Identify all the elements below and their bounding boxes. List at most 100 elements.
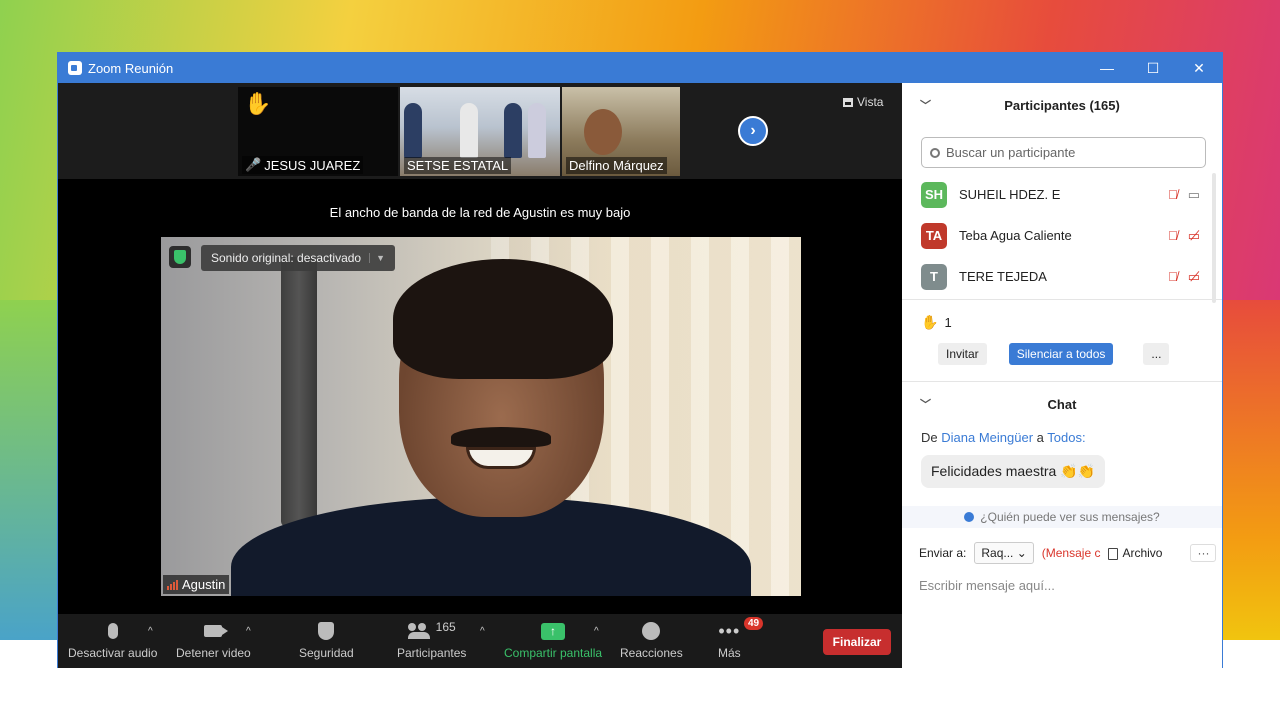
speaker-mustache: [451, 427, 551, 447]
recipient-select[interactable]: Raq... ⌄: [974, 542, 1034, 564]
close-button[interactable]: ✕: [1176, 53, 1222, 83]
camera-off-icon: ▭̸: [1187, 268, 1200, 284]
muted-mic-icon: 🎙̸: [1167, 227, 1178, 243]
end-meeting-button[interactable]: Finalizar: [823, 629, 891, 655]
background-left-gradient: [0, 300, 60, 640]
shield-icon: [318, 622, 335, 640]
person-figure: [528, 103, 546, 158]
zoom-window: Zoom Reunión — ☐ ✕ ✋ 🎤 JESUS JUAREZ SETS…: [57, 52, 1223, 668]
chat-more-button[interactable]: ···: [1190, 544, 1217, 562]
chat-panel-header: ﹀ Chat: [920, 396, 1077, 412]
chevron-down-icon[interactable]: ﹀: [920, 97, 931, 113]
more-dots-icon: •••: [718, 620, 741, 641]
muted-mic-icon: 🎤: [245, 157, 262, 172]
speaker-smile: [466, 447, 536, 469]
share-options-caret[interactable]: ^: [594, 626, 599, 637]
participants-options-caret[interactable]: ^: [480, 626, 485, 637]
person-figure: [404, 103, 422, 158]
next-page-arrow-icon[interactable]: ›: [738, 116, 768, 146]
encryption-shield-icon[interactable]: [169, 246, 191, 268]
share-screen-button[interactable]: ↑ Compartir pantalla: [504, 620, 602, 660]
maximize-button[interactable]: ☐: [1130, 53, 1176, 83]
speaker-name-tag: Agustin: [163, 575, 230, 594]
participant-list-scrollbar[interactable]: [1212, 173, 1216, 303]
meeting-toolbar: Desactivar audio ^ Detener video ^ Segur…: [58, 614, 902, 668]
view-grid-icon: [843, 97, 853, 107]
more-button[interactable]: ••• Más: [718, 620, 741, 661]
video-background-object: [281, 257, 317, 527]
recipient-name: Todos:: [1047, 430, 1086, 445]
smiley-icon: [642, 622, 661, 640]
participants-button[interactable]: 165 Participantes: [397, 620, 466, 660]
weak-signal-icon: [167, 579, 178, 590]
mute-audio-button[interactable]: Desactivar audio: [68, 620, 157, 660]
camera-icon: ▭: [1187, 186, 1200, 202]
thumbnail-label: SETSE ESTATAL: [404, 157, 512, 174]
chat-message-bubble: Felicidades maestra 👏👏: [921, 455, 1106, 488]
camera-icon: [204, 625, 229, 637]
bandwidth-notice: El ancho de banda de la red de Agustin e…: [329, 205, 631, 220]
camera-off-icon: ▭̸: [1187, 227, 1200, 243]
notification-badge: 49: [744, 617, 764, 630]
muted-mic-icon: 🎙̸: [1167, 186, 1178, 202]
stop-video-button[interactable]: Detener video: [176, 620, 251, 660]
background-right-gradient: [1220, 300, 1280, 640]
person-figure: [504, 103, 522, 158]
thumbnail-strip: ✋ 🎤 JESUS JUAREZ SETSE ESTATAL Delfino M…: [58, 83, 902, 179]
minimize-button[interactable]: —: [1084, 53, 1130, 83]
person-face: [584, 109, 622, 155]
participants-count: 165: [435, 620, 456, 634]
avatar: TA: [921, 222, 947, 249]
chevron-down-icon[interactable]: ﹀: [920, 396, 931, 412]
person-icon: [964, 512, 975, 522]
people-icon: [407, 623, 430, 639]
chat-send-options: Enviar a: Raq... ⌄ (Mensaje c Archivo ··…: [902, 542, 1222, 564]
chat-message-input[interactable]: Escribir mensaje aquí...: [902, 578, 1222, 593]
view-button[interactable]: Vista: [843, 95, 883, 109]
file-icon: [1108, 547, 1119, 560]
mute-all-button[interactable]: Silenciar a todos: [1008, 343, 1114, 365]
sender-name[interactable]: Diana Meingüer: [941, 430, 1033, 445]
microphone-icon: [107, 623, 118, 639]
side-panel: ﹀ Participantes (165) Buscar un particip…: [902, 83, 1222, 668]
participant-thumbnail[interactable]: ✋ 🎤 JESUS JUAREZ: [238, 87, 398, 176]
participant-row[interactable]: T TERE TEJEDA 🎙̸ ▭̸: [902, 256, 1222, 297]
participant-list: SH SUHEIL HDEZ. E 🎙̸ ▭ TA Teba Agua Cali…: [902, 174, 1222, 299]
participant-thumbnail[interactable]: SETSE ESTATAL: [400, 87, 560, 176]
active-speaker-video[interactable]: Sonido original: desactivado ▼ Agustin: [161, 237, 801, 596]
window-title: Zoom Reunión: [88, 60, 174, 76]
raised-hand-icon: ✋: [921, 314, 939, 330]
meeting-area: ✋ 🎤 JESUS JUAREZ SETSE ESTATAL Delfino M…: [58, 83, 902, 668]
reactions-button[interactable]: Reacciones: [620, 620, 683, 660]
security-button[interactable]: Seguridad: [299, 620, 354, 660]
share-screen-icon: ↑: [541, 622, 566, 640]
chat-panel: ﹀ Chat De Diana Meingüer a Todos: Felici…: [902, 381, 1222, 593]
avatar: SH: [921, 181, 947, 208]
video-options-caret[interactable]: ^: [246, 626, 251, 637]
thumbnail-label: 🎤 JESUS JUAREZ: [242, 156, 364, 174]
original-sound-toggle[interactable]: Sonido original: desactivado ▼: [201, 245, 396, 271]
participants-panel-header: ﹀ Participantes (165): [920, 97, 1120, 113]
who-can-see-messages-link[interactable]: ¿Quién puede ver sus mensajes?: [902, 506, 1222, 528]
invite-button[interactable]: Invitar: [938, 343, 987, 365]
chat-message-header: De Diana Meingüer a Todos:: [921, 430, 1086, 445]
avatar: T: [921, 263, 947, 290]
speaker-hair: [393, 259, 613, 379]
thumbnail-label: Delfino Márquez: [566, 157, 667, 174]
search-icon: [930, 147, 940, 158]
zoom-logo-icon: [68, 61, 82, 75]
person-figure: [460, 103, 478, 158]
participant-thumbnail[interactable]: Delfino Márquez: [562, 87, 680, 176]
raised-hands-count: ✋ 1: [921, 314, 952, 330]
participant-row[interactable]: TA Teba Agua Caliente 🎙̸ ▭̸: [902, 215, 1222, 256]
audio-options-caret[interactable]: ^: [148, 626, 153, 637]
participant-row[interactable]: SH SUHEIL HDEZ. E 🎙̸ ▭: [902, 174, 1222, 215]
participant-actions: Invitar Silenciar a todos ...: [902, 337, 1222, 365]
chevron-down-icon: ▼: [369, 253, 385, 263]
raised-hand-icon: ✋: [244, 91, 272, 116]
private-message-label: (Mensaje c: [1041, 546, 1101, 560]
muted-mic-icon: 🎙̸: [1167, 268, 1178, 284]
participant-search-input[interactable]: Buscar un participante: [921, 137, 1206, 168]
participants-more-button[interactable]: ...: [1143, 343, 1170, 365]
file-button[interactable]: Archivo: [1108, 546, 1162, 560]
